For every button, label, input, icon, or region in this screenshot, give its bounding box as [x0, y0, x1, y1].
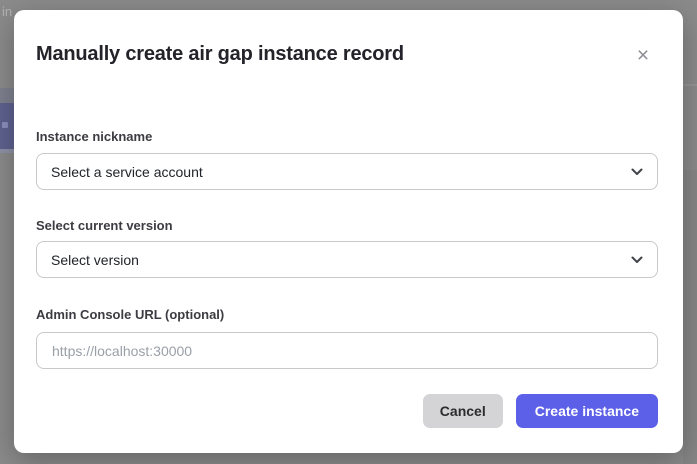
background-text-fragment: in: [2, 4, 12, 19]
create-instance-button[interactable]: Create instance: [516, 394, 658, 428]
background-selected-row: [0, 103, 14, 149]
background-row-icon: [2, 122, 8, 128]
admin-console-url-label: Admin Console URL (optional): [36, 307, 224, 322]
background-right-divider: [683, 84, 697, 86]
background-row-divider: [0, 149, 14, 153]
cancel-button[interactable]: Cancel: [423, 394, 503, 428]
service-account-select[interactable]: Select a service account: [36, 153, 658, 190]
current-version-label: Select current version: [36, 218, 173, 233]
admin-console-url-input[interactable]: [36, 332, 658, 369]
service-account-select-wrap: Select a service account: [36, 153, 658, 190]
admin-console-url-wrap: [36, 332, 658, 369]
page: in Manually create air gap instance reco…: [0, 0, 697, 464]
version-select-wrap: Select version: [36, 241, 658, 278]
dialog-title: Manually create air gap instance record: [36, 43, 404, 66]
dialog-actions: Cancel Create instance: [423, 394, 658, 428]
version-select[interactable]: Select version: [36, 241, 658, 278]
background-right-shade: [683, 170, 697, 464]
instance-nickname-label: Instance nickname: [36, 129, 152, 144]
close-icon[interactable]: ×: [631, 43, 655, 67]
background-table-row-edge: [0, 88, 14, 103]
create-airgap-instance-dialog: Manually create air gap instance record …: [14, 10, 683, 453]
